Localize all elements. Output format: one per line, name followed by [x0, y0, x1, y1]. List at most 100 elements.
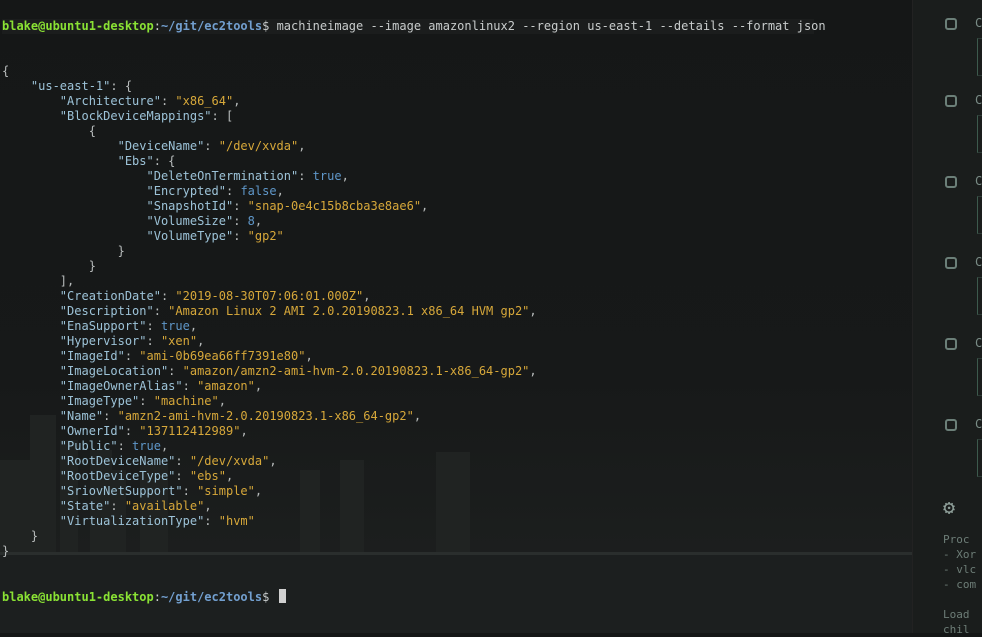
- json-token: "RootDeviceType": [59, 469, 176, 483]
- command-text: machineimage --image amazonlinux2 --regi…: [276, 19, 826, 33]
- json-token: "RootDeviceName": [59, 454, 176, 468]
- folder-icon[interactable]: [945, 95, 957, 107]
- json-token: "Encrypted": [146, 184, 226, 198]
- json-line: {: [2, 64, 9, 79]
- json-token: "ImageOwnerAlias": [59, 379, 183, 393]
- json-token: :: [110, 499, 125, 513]
- json-token: :: [233, 214, 248, 228]
- json-token: ,: [529, 304, 537, 318]
- side-panel-card: [977, 439, 982, 477]
- folder-icon[interactable]: [945, 18, 957, 30]
- prompt-symbol: $: [262, 590, 277, 604]
- json-token: "x86_64": [175, 94, 234, 108]
- prompt-separator: :: [153, 590, 161, 604]
- json-token: ,: [269, 454, 277, 468]
- json-token: :: [298, 169, 313, 183]
- side-panel-label: C: [975, 174, 982, 188]
- folder-icon[interactable]: [945, 176, 957, 188]
- json-token: : [: [211, 109, 234, 123]
- json-line: "Architecture": "x86_64",: [2, 94, 241, 109]
- json-token: ,: [197, 334, 205, 348]
- json-line: "ImageLocation": "amazon/amzn2-ami-hvm-2…: [2, 364, 537, 379]
- json-line: "Public": true,: [2, 439, 168, 454]
- json-token: "simple": [197, 484, 255, 498]
- prompt-user-host: blake@ubuntu1-desktop: [2, 590, 154, 604]
- json-token: ,: [421, 199, 429, 213]
- json-token: "amazon/amzn2-ami-hvm-2.0.20190823.1-x86…: [182, 364, 530, 378]
- json-token: ],: [2, 274, 75, 288]
- background-window-panel[interactable]: C C C C C C ⚙ Proc - Xor - vlc - com Load chil: [912, 0, 982, 636]
- json-token: 8: [247, 214, 255, 228]
- json-token: "gp2": [247, 229, 284, 243]
- json-line: "Name": "amzn2-ami-hvm-2.0.20190823.1-x8…: [2, 409, 421, 424]
- json-token: ,: [240, 424, 248, 438]
- json-token: :: [225, 184, 241, 198]
- side-panel-log-line: Load: [943, 608, 970, 621]
- json-token: "DeleteOnTermination": [146, 169, 299, 183]
- side-panel-card: [977, 115, 982, 153]
- json-line: "CreationDate": "2019-08-30T07:06:01.000…: [2, 289, 371, 304]
- json-token: :: [168, 364, 183, 378]
- json-line: ],: [2, 274, 74, 289]
- json-token: "137112412989": [139, 424, 241, 438]
- prompt-user-host: blake@ubuntu1-desktop: [2, 19, 154, 33]
- json-line: "State": "available",: [2, 499, 212, 514]
- gear-icon[interactable]: ⚙: [943, 497, 955, 517]
- json-line: "ImageOwnerAlias": "amazon",: [2, 379, 262, 394]
- side-panel-label: C: [975, 255, 982, 269]
- json-token: ,: [189, 319, 198, 333]
- json-token: "machine": [153, 394, 219, 408]
- json-line: "Description": "Amazon Linux 2 AMI 2.0.2…: [2, 304, 537, 319]
- json-line: }: [2, 544, 9, 559]
- json-token: ,: [254, 214, 263, 228]
- json-line: "VolumeType": "gp2": [2, 229, 284, 244]
- side-panel-card: [977, 38, 982, 76]
- json-token: true: [132, 439, 161, 453]
- side-panel-log-line: - com: [943, 578, 977, 591]
- json-token: :: [204, 139, 219, 153]
- json-token: "VolumeType": [146, 229, 234, 243]
- folder-icon[interactable]: [945, 338, 957, 350]
- json-line: "Hypervisor": "xen",: [2, 334, 205, 349]
- json-token: "CreationDate": [59, 289, 161, 303]
- json-token: "Name": [59, 409, 104, 423]
- json-token: "amzn2-ami-hvm-2.0.20190823.1-x86_64-gp2…: [117, 409, 414, 423]
- prompt-separator: :: [153, 19, 161, 33]
- json-token: "ImageType": [59, 394, 140, 408]
- json-token: "Description": [59, 304, 154, 318]
- current-prompt-line[interactable]: blake@ubuntu1-desktop:~/git/ec2tools$: [2, 589, 286, 604]
- json-token: "Public": [59, 439, 118, 453]
- json-line: }: [2, 259, 96, 274]
- json-token: :: [124, 349, 140, 363]
- folder-icon[interactable]: [945, 257, 957, 269]
- json-token: ,: [363, 289, 371, 303]
- json-token: {: [2, 124, 96, 138]
- json-token: ,: [529, 364, 537, 378]
- side-panel-label: C: [975, 93, 982, 107]
- json-token: "2019-08-30T07:06:01.000Z": [175, 289, 364, 303]
- json-token: ,: [276, 184, 284, 198]
- json-line: "SnapshotId": "snap-0e4c15b8cba3e8ae6",: [2, 199, 429, 214]
- terminal-window[interactable]: blake@ubuntu1-desktop:~/git/ec2tools$ ma…: [0, 0, 912, 633]
- json-token: ,: [233, 94, 241, 108]
- json-token: }: [2, 244, 125, 258]
- json-token: :: [175, 454, 190, 468]
- json-line: "DeviceName": "/dev/xvda",: [2, 139, 306, 154]
- folder-icon[interactable]: [945, 419, 957, 431]
- json-token: ,: [254, 484, 263, 498]
- json-token: "ImageLocation": [59, 364, 169, 378]
